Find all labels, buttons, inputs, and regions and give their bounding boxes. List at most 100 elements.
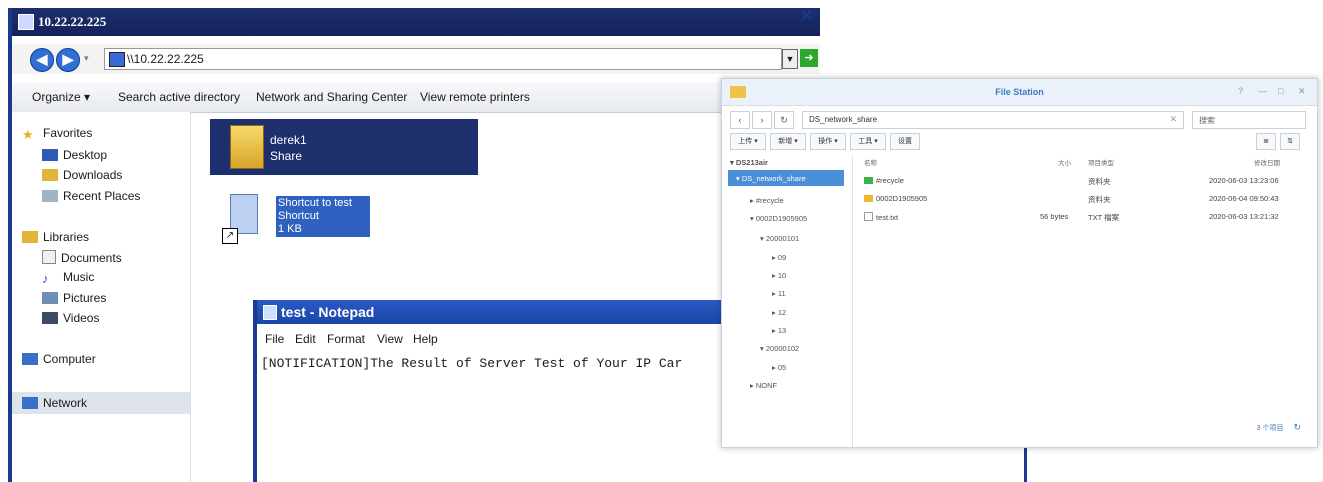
libraries-icon [22, 231, 38, 243]
menu-format[interactable]: Format [327, 332, 365, 346]
table-row[interactable]: test.txt [864, 212, 898, 222]
folder-type: Share [270, 149, 303, 163]
sidebar-item-videos[interactable]: Videos [42, 311, 99, 325]
column-header-size[interactable]: 大小 [1058, 157, 1071, 167]
downloads-icon [42, 169, 58, 181]
notepad-text-area[interactable]: [NOTIFICATION]The Result of Server Test … [261, 356, 682, 371]
notepad-title-bar: test - Notepad [257, 300, 727, 324]
create-button[interactable]: 新增 ▾ [770, 133, 806, 150]
explorer-title-bar: 10.22.22.225 [12, 8, 820, 36]
menu-edit[interactable]: Edit [295, 332, 316, 346]
forward-button[interactable]: › [752, 111, 772, 129]
star-icon: ★ [22, 127, 34, 142]
column-header-type[interactable]: 项目类型 [1088, 157, 1114, 167]
search-active-directory-button[interactable]: Search active directory [118, 90, 240, 104]
file-station-toolbar: 上传 ▾ 新增 ▾ 操作 ▾ 工具 ▾ 设置 ≣ ⇅ [730, 133, 1310, 151]
tree-item[interactable]: ▸ 11 [772, 289, 786, 298]
explorer-toolbar: Organize ▾ Search active directory Netwo… [12, 82, 820, 113]
settings-button[interactable]: 设置 [890, 133, 920, 150]
close-icon[interactable]: ✕ [1298, 86, 1306, 97]
sidebar-item-desktop[interactable]: Desktop [42, 148, 107, 162]
clear-icon[interactable]: ✕ [1169, 114, 1177, 125]
sort-icon[interactable]: ⇅ [1280, 133, 1300, 150]
notepad-menu-bar: File Edit Format View Help [257, 328, 727, 348]
tree-root[interactable]: ▾ DS213air [730, 158, 768, 167]
table-row[interactable]: 0002D1905905 [864, 194, 927, 203]
search-placeholder: 搜索 [1199, 116, 1215, 125]
tree-item[interactable]: ▸ 13 [772, 326, 786, 335]
shortcut-arrow-icon: ↗ [222, 228, 238, 244]
menu-help[interactable]: Help [413, 332, 438, 346]
view-remote-printers-button[interactable]: View remote printers [420, 90, 530, 104]
tree-item[interactable]: ▸ 12 [772, 308, 786, 317]
tree-item[interactable]: ▸ #recycle [750, 196, 784, 205]
refresh-icon[interactable]: ↻ [1293, 422, 1301, 432]
sidebar-item-recent-places[interactable]: Recent Places [42, 189, 140, 203]
forward-button[interactable]: ▶ [56, 48, 80, 72]
view-toggle-icon[interactable]: ≣ [1256, 133, 1276, 150]
sidebar-item-documents[interactable]: Documents [42, 250, 122, 265]
file-station-window: File Station ? — □ ✕ ‹ › ↻ DS_network_sh… [721, 78, 1318, 448]
desktop-icon [42, 149, 58, 161]
folder-item[interactable]: derek1 Share [210, 119, 478, 175]
computer-icon [18, 14, 34, 30]
search-input[interactable]: 搜索 [1192, 111, 1306, 129]
tools-button[interactable]: 工具 ▾ [850, 133, 886, 150]
file-station-nav: ‹ › ↻ DS_network_share ✕ 搜索 [730, 111, 1310, 129]
table-row[interactable]: #recycle [864, 176, 904, 185]
chevron-down-icon[interactable]: ▾ [84, 53, 89, 64]
folder-tree: ▾ DS213air ▾ DS_network_share ▸ #recycle… [722, 155, 853, 447]
tree-item[interactable]: ▸ NONF [750, 381, 777, 390]
address-bar[interactable]: \\10.22.22.225 [104, 48, 782, 70]
back-button[interactable]: ‹ [730, 111, 750, 129]
tree-item[interactable]: ▾ 20000101 [760, 234, 799, 243]
upload-button[interactable]: 上传 ▾ [730, 133, 766, 150]
menu-view[interactable]: View [377, 332, 403, 346]
shortcut-item[interactable]: ↗ Shortcut to test Shortcut 1 KB [222, 194, 372, 254]
sidebar-item-libraries[interactable]: Libraries [22, 230, 89, 244]
address-dropdown-button[interactable]: ▼ [782, 49, 798, 69]
folder-name: derek1 [270, 133, 307, 147]
item-count: 3 个项目 ↻ [1256, 422, 1301, 432]
file-station-title-bar: File Station ? — □ ✕ [722, 79, 1317, 106]
navigation-pane: ★ Favorites Desktop Downloads Recent Plac… [12, 112, 191, 482]
organize-button[interactable]: Organize ▾ [32, 90, 90, 104]
refresh-button[interactable]: ↻ [774, 111, 794, 129]
back-button[interactable]: ◀ [30, 48, 54, 72]
tree-item[interactable]: ▸ 05 [772, 363, 786, 372]
column-header-modified[interactable]: 修改日期 [1254, 157, 1280, 167]
sidebar-item-favorites[interactable]: ★ Favorites [22, 126, 92, 142]
action-button[interactable]: 操作 ▾ [810, 133, 846, 150]
text-file-icon [864, 212, 873, 221]
recent-places-icon [42, 190, 58, 202]
file-list: 名称 大小 项目类型 修改日期 #recycle 资料夹 2020-06-03 … [854, 155, 1314, 447]
go-button[interactable]: ➜ [800, 49, 818, 67]
sidebar-item-music[interactable]: ♪ Music [42, 270, 94, 286]
network-icon [109, 52, 125, 67]
menu-file[interactable]: File [265, 332, 284, 346]
file-station-title: File Station [995, 87, 1044, 97]
close-icon[interactable]: ✕ [800, 6, 813, 26]
help-icon[interactable]: ? [1238, 86, 1243, 96]
tree-item[interactable]: ▾ 0002D1905905 [750, 214, 807, 223]
sidebar-item-downloads[interactable]: Downloads [42, 168, 122, 182]
tree-item[interactable]: ▸ 09 [772, 253, 786, 262]
tree-item[interactable]: ▾ 20000102 [760, 344, 799, 353]
sidebar-item-pictures[interactable]: Pictures [42, 291, 106, 305]
shortcut-label: Shortcut to test Shortcut 1 KB [276, 196, 370, 237]
network-sharing-center-button[interactable]: Network and Sharing Center [256, 90, 407, 104]
sidebar-item-computer[interactable]: Computer [22, 352, 96, 366]
documents-icon [42, 250, 56, 264]
folder-icon [864, 195, 873, 202]
tree-item[interactable]: ▸ 10 [772, 271, 786, 280]
music-icon: ♪ [42, 271, 49, 286]
folder-icon [230, 125, 264, 169]
sidebar-item-network[interactable]: Network [12, 392, 190, 414]
tree-item-share[interactable]: ▾ DS_network_share [736, 174, 806, 183]
column-header-name[interactable]: 名称 [864, 157, 877, 167]
maximize-icon[interactable]: □ [1278, 86, 1283, 96]
explorer-title: 10.22.22.225 [38, 14, 107, 29]
minimize-icon[interactable]: — [1258, 86, 1267, 96]
notepad-window: test - Notepad File Edit Format View Hel… [253, 300, 727, 482]
path-bar[interactable]: DS_network_share ✕ [802, 111, 1184, 129]
